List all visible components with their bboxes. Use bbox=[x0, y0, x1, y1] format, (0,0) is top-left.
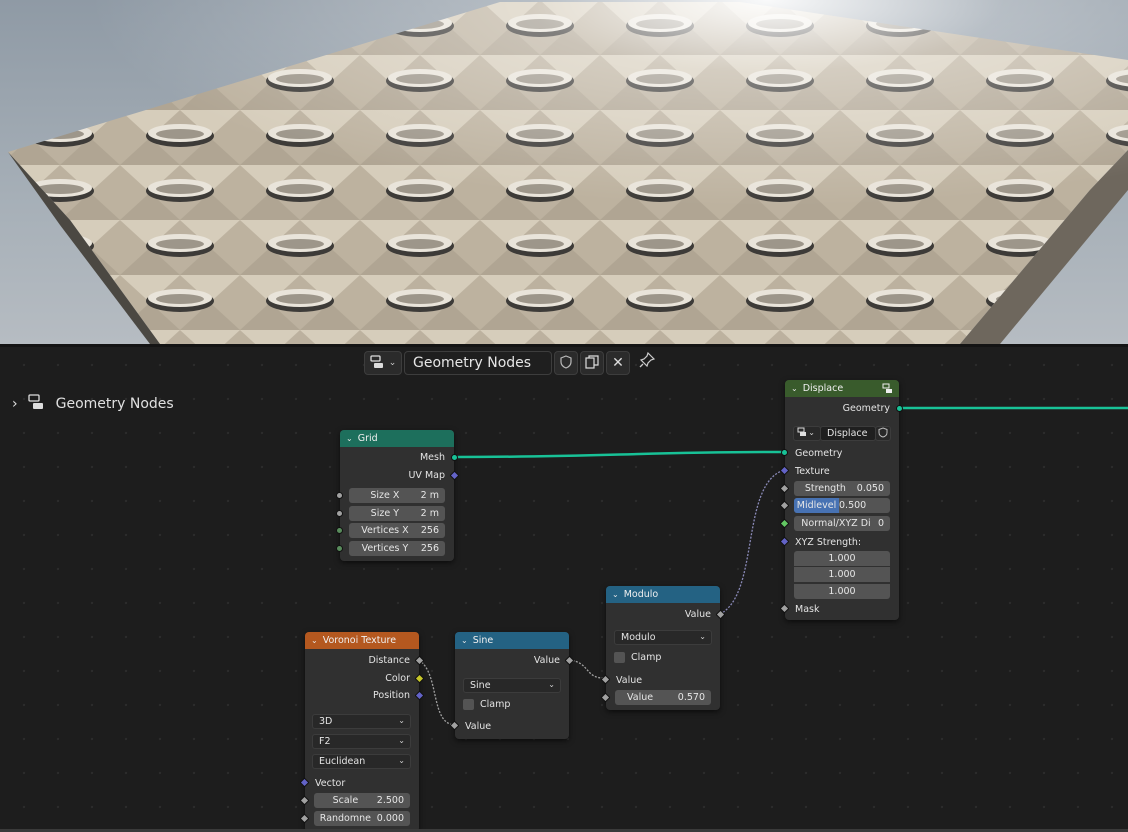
output-value: Value bbox=[684, 608, 711, 620]
normal-field[interactable]: Normal/XYZ Di 0 bbox=[794, 516, 890, 531]
midlevel-field[interactable]: Midlevel 0.500 bbox=[794, 498, 890, 513]
collapse-chevron-icon[interactable]: ⌄ bbox=[791, 384, 798, 393]
output-color: Color bbox=[385, 672, 410, 684]
size-y-socket[interactable] bbox=[336, 510, 343, 517]
vertices-x-field[interactable]: Vertices X 256 bbox=[349, 523, 445, 538]
node-group-icon bbox=[882, 383, 893, 397]
geometry-output-socket[interactable] bbox=[896, 405, 903, 412]
xyz-strength-z-field[interactable]: 1.000 bbox=[794, 584, 890, 599]
node-links bbox=[418, 406, 1128, 726]
modulo-node[interactable]: ⌄ Modulo Value Modulo ⌄ Clamp Value Value… bbox=[600, 586, 726, 710]
size-x-socket[interactable] bbox=[336, 492, 343, 499]
displace-node-header[interactable]: ⌄ Displace bbox=[785, 380, 899, 397]
collapse-chevron-icon[interactable]: ⌄ bbox=[461, 636, 468, 645]
shield-icon bbox=[878, 426, 888, 441]
link-mesh-to-geometry bbox=[454, 450, 785, 459]
strength-field[interactable]: Strength 0.050 bbox=[794, 481, 890, 496]
grid-node[interactable]: ⌄ Grid Mesh UV Map Size X2 m Size Y2 m V… bbox=[336, 430, 460, 561]
node-title: Sine bbox=[472, 635, 494, 646]
texture-type-button[interactable]: ⌄ bbox=[793, 426, 821, 441]
clamp-checkbox[interactable]: Clamp bbox=[463, 699, 510, 710]
grid-node-header[interactable]: ⌄ Grid bbox=[340, 430, 454, 447]
vertices-y-field[interactable]: Vertices Y 256 bbox=[349, 541, 445, 556]
link-distance-to-sine bbox=[418, 659, 456, 726]
output-position: Position bbox=[373, 689, 410, 701]
sine-node-header[interactable]: ⌄ Sine bbox=[455, 632, 569, 649]
scale-field[interactable]: Scale 2.500 bbox=[314, 793, 410, 808]
node-editor[interactable]: ⌄ Geometry Nodes ✕ › Geometry Nodes ⌄ Gr… bbox=[0, 344, 1128, 832]
link-modulo-to-texture bbox=[719, 469, 785, 615]
size-y-field[interactable]: Size Y2 m bbox=[349, 506, 445, 521]
texture-name-field[interactable]: Displace bbox=[820, 426, 876, 441]
node-title: Grid bbox=[357, 433, 378, 444]
output-value: Value bbox=[533, 654, 560, 666]
operation-dropdown[interactable]: Modulo ⌄ bbox=[614, 630, 712, 645]
chevron-down-icon: ⌄ bbox=[398, 736, 405, 745]
node-title: Voronoi Texture bbox=[322, 635, 397, 646]
link-sine-to-modulo bbox=[568, 659, 606, 679]
chevron-down-icon: ⌄ bbox=[398, 716, 405, 725]
node-title: Displace bbox=[802, 383, 844, 394]
xyz-strength-y-field[interactable]: 1.000 bbox=[794, 567, 890, 582]
vertices-x-socket[interactable] bbox=[336, 527, 343, 534]
output-geometry: Geometry bbox=[842, 402, 890, 414]
voronoi-node-header[interactable]: ⌄ Voronoi Texture bbox=[305, 632, 419, 649]
rendered-displaced-grid bbox=[0, 0, 1128, 344]
fake-user-button[interactable] bbox=[875, 426, 891, 441]
operation-dropdown[interactable]: Sine ⌄ bbox=[463, 678, 561, 693]
feature-dropdown[interactable]: F2 ⌄ bbox=[312, 734, 411, 749]
input-value: Value bbox=[465, 720, 492, 732]
displace-node[interactable]: ⌄ Displace Geometry ⌄ Displace Geometry … bbox=[779, 380, 903, 620]
checkbox-box[interactable] bbox=[614, 652, 625, 663]
3d-viewport[interactable] bbox=[0, 0, 1128, 344]
input-geometry: Geometry bbox=[795, 447, 843, 459]
output-distance: Distance bbox=[368, 654, 410, 666]
sine-node[interactable]: ⌄ Sine Value Sine ⌄ Clamp Value bbox=[449, 632, 575, 739]
chevron-down-icon: ⌄ bbox=[699, 632, 706, 641]
size-x-field[interactable]: Size X2 m bbox=[349, 488, 445, 503]
modulo-node-header[interactable]: ⌄ Modulo bbox=[606, 586, 720, 603]
output-mesh: Mesh bbox=[419, 451, 445, 463]
input-vector: Vector bbox=[315, 777, 346, 789]
vertices-y-socket[interactable] bbox=[336, 545, 343, 552]
xyz-strength-x-field[interactable]: 1.000 bbox=[794, 551, 890, 566]
mesh-output-socket[interactable] bbox=[451, 454, 458, 461]
input-texture: Texture bbox=[795, 465, 830, 477]
xyz-strength-label: XYZ Strength: bbox=[795, 536, 862, 548]
collapse-chevron-icon[interactable]: ⌄ bbox=[346, 434, 353, 443]
collapse-chevron-icon[interactable]: ⌄ bbox=[311, 636, 318, 645]
chevron-down-icon: ⌄ bbox=[548, 680, 555, 689]
chevron-down-icon: ⌄ bbox=[398, 756, 405, 765]
voronoi-texture-node[interactable]: ⌄ Voronoi Texture Distance Color Positio… bbox=[299, 632, 425, 832]
value-b-field[interactable]: Value 0.570 bbox=[615, 690, 711, 705]
collapse-chevron-icon[interactable]: ⌄ bbox=[612, 590, 619, 599]
input-value-a: Value bbox=[616, 674, 643, 686]
randomness-field[interactable]: Randomne 0.000 bbox=[314, 811, 410, 826]
metric-dropdown[interactable]: Euclidean ⌄ bbox=[312, 754, 411, 769]
input-mask: Mask bbox=[795, 603, 820, 615]
dimensions-dropdown[interactable]: 3D ⌄ bbox=[312, 714, 411, 729]
checkbox-box[interactable] bbox=[463, 699, 474, 710]
node-title: Modulo bbox=[623, 589, 659, 600]
texture-icon bbox=[797, 427, 808, 440]
chevron-down-icon: ⌄ bbox=[808, 428, 815, 437]
clamp-checkbox[interactable]: Clamp bbox=[614, 652, 661, 663]
output-uv-map: UV Map bbox=[408, 469, 445, 481]
